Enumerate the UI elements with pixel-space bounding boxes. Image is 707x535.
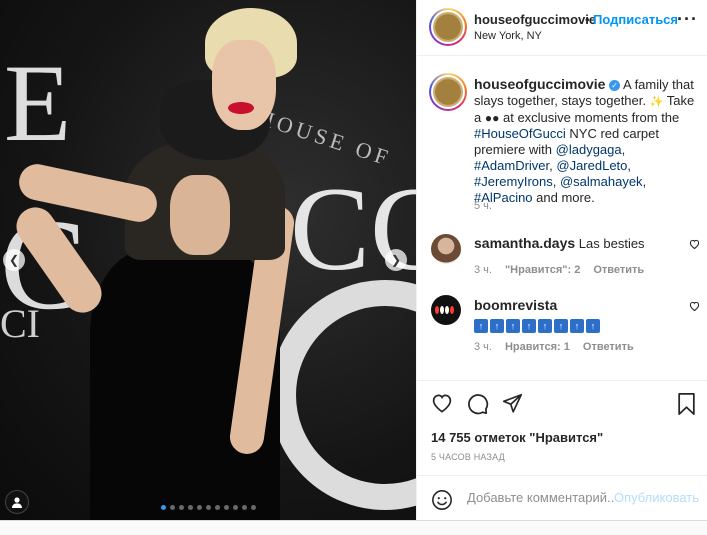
dancers-emoji-icon: ✨: [649, 96, 664, 108]
more-horizontal-icon[interactable]: ···: [677, 10, 698, 28]
likes-count[interactable]: 14 755 отметок "Нравится": [431, 430, 603, 445]
carousel-dot: [242, 505, 247, 510]
figure-lips: [228, 102, 254, 114]
reply-button[interactable]: Ответить: [583, 341, 634, 353]
top-emoji-icon: ↑: [554, 319, 568, 333]
bookmark-icon[interactable]: [677, 393, 696, 418]
mention-link[interactable]: @JaredLeto: [556, 158, 627, 173]
backdrop-ring: [270, 280, 416, 510]
comment-icon[interactable]: [467, 393, 489, 418]
separator-bullet: •: [585, 12, 590, 27]
page-bottom-strip: [0, 520, 707, 535]
caption-time[interactable]: 5 ч.: [474, 200, 492, 212]
carousel-dot: [188, 505, 193, 510]
carousel-prev-button[interactable]: ❮: [3, 249, 25, 271]
backdrop-letter: CI: [0, 301, 40, 346]
paper-plane-icon[interactable]: [502, 393, 523, 417]
comment-username[interactable]: boomrevista: [474, 297, 557, 313]
chevron-left-icon: ❮: [8, 253, 20, 267]
backdrop-letter: CC: [290, 162, 416, 295]
caption-text: at exclusive moments from the: [502, 110, 680, 125]
comment-time[interactable]: 3 ч.: [474, 264, 492, 276]
top-emoji-icon: ↑: [570, 319, 584, 333]
comments-list[interactable]: houseofguccimovie ✓ A family that slays …: [417, 57, 707, 377]
hashtag-link[interactable]: #HouseOfGucci: [474, 126, 566, 141]
hashtag-link[interactable]: #AdamDriver: [474, 158, 549, 173]
header-username[interactable]: houseofguccimovie: [474, 12, 596, 27]
comment-likes[interactable]: "Нравится": 2: [505, 264, 580, 276]
comment-likes[interactable]: Нравится: 1: [505, 341, 570, 353]
post-header: houseofguccimovie • Подписаться New York…: [417, 0, 707, 56]
follow-button[interactable]: Подписаться: [593, 12, 678, 27]
avatar[interactable]: [431, 295, 461, 325]
top-emoji-icon: ↑: [490, 319, 504, 333]
eyes-emoji-icon: ●●: [484, 111, 500, 125]
user-icon: [12, 497, 22, 508]
carousel-dot: [215, 505, 220, 510]
hashtag-link[interactable]: #JeremyIrons: [474, 174, 553, 189]
carousel-dot: [251, 505, 256, 510]
verified-badge-icon: ✓: [609, 80, 621, 91]
story-ring[interactable]: [429, 73, 467, 111]
comment-time[interactable]: 3 ч.: [474, 341, 492, 353]
carousel-dot: [224, 505, 229, 510]
mention-link[interactable]: @salmahayek: [560, 174, 643, 189]
comment-like-heart-icon[interactable]: [689, 301, 700, 314]
carousel-dot: [179, 505, 184, 510]
carousel-dots: [161, 505, 256, 510]
top-emoji-icon: ↑: [586, 319, 600, 333]
figure-face: [212, 40, 276, 130]
post-photo[interactable]: E C CI HOUSE OF CC ❮ ❯: [0, 0, 416, 520]
post-actions: [417, 380, 707, 426]
caption-text: and more.: [536, 190, 595, 205]
avatar: [433, 77, 463, 107]
mention-link[interactable]: @ladygaga: [556, 142, 622, 157]
carousel-dot: [161, 505, 166, 510]
carousel-dot: [170, 505, 175, 510]
carousel-dot: [206, 505, 211, 510]
avatar: [433, 12, 463, 42]
top-emoji-icon: ↑: [538, 319, 552, 333]
caption-username[interactable]: houseofguccimovie: [474, 76, 605, 92]
chevron-right-icon: ❯: [390, 253, 402, 267]
top-emoji-icon: ↑: [522, 319, 536, 333]
comment-username[interactable]: samantha.days: [474, 235, 575, 251]
tagged-users-button[interactable]: [5, 490, 29, 514]
carousel-dot: [197, 505, 202, 510]
carousel-dot: [233, 505, 238, 510]
emoji-smile-icon[interactable]: [431, 489, 453, 514]
figure-chest: [170, 175, 230, 255]
comment-input[interactable]: [467, 490, 615, 505]
avatar[interactable]: [431, 234, 461, 264]
top-emoji-row: ↑ ↑ ↑ ↑ ↑ ↑ ↑ ↑: [474, 319, 600, 333]
comment-like-heart-icon[interactable]: [689, 239, 700, 252]
carousel-next-button[interactable]: ❯: [385, 249, 407, 271]
post-timestamp[interactable]: 5 ЧАСОВ НАЗАД: [431, 452, 505, 462]
top-emoji-icon: ↑: [506, 319, 520, 333]
post-side-panel: houseofguccimovie • Подписаться New York…: [416, 0, 707, 520]
top-emoji-icon: ↑: [474, 319, 488, 333]
backdrop-letter: E: [4, 42, 72, 164]
heart-icon[interactable]: [431, 393, 453, 416]
add-comment-form: Опубликовать: [417, 475, 707, 520]
post-comment-button[interactable]: Опубликовать: [614, 490, 699, 505]
location-link[interactable]: New York, NY: [474, 30, 542, 42]
reply-button[interactable]: Ответить: [593, 264, 644, 276]
post-caption: houseofguccimovie ✓ A family that slays …: [474, 76, 695, 205]
story-ring[interactable]: [429, 8, 467, 46]
comment-text: Las besties: [578, 236, 645, 251]
